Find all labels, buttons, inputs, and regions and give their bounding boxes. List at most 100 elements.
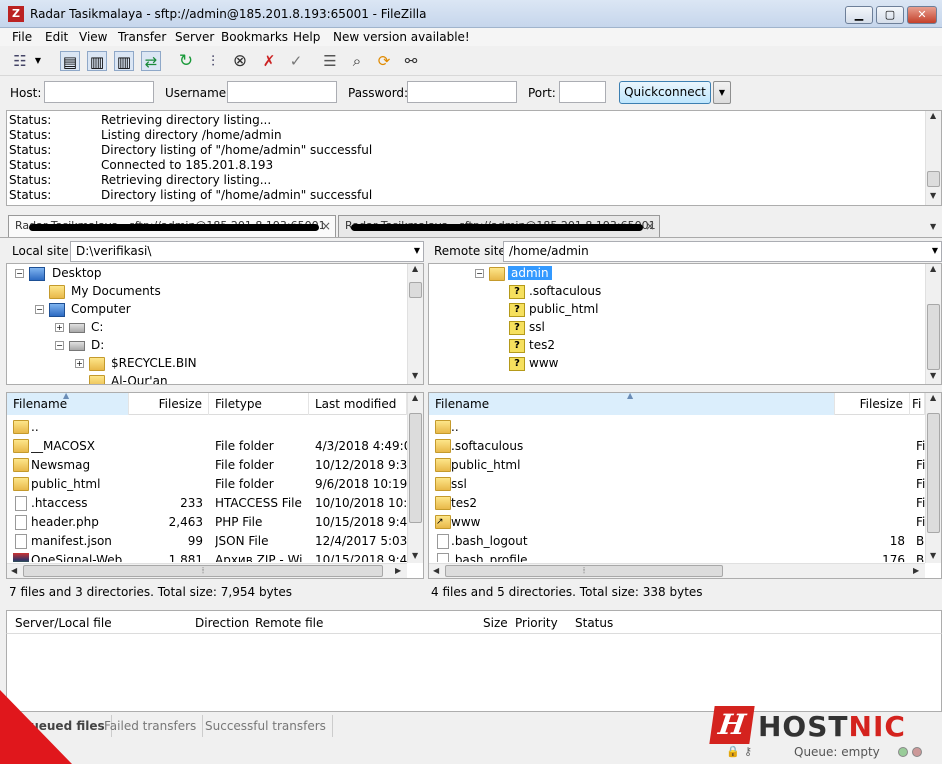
file-row[interactable]: OneSignal-Web... 1,881 Архив ZIP - Wi...… [7, 551, 407, 562]
queue-col-size[interactable]: Size [483, 616, 508, 630]
file-row[interactable]: public_html Fi [429, 456, 925, 475]
scroll-up-icon[interactable]: ▲ [930, 264, 936, 273]
directory-listing-filters-icon[interactable]: ☰ [320, 51, 340, 71]
menu-transfer[interactable]: Transfer [118, 30, 166, 44]
scroll-down-icon[interactable]: ▼ [930, 371, 936, 380]
scroll-thumb[interactable]: ⦙ [23, 565, 383, 577]
scroll-up-icon[interactable]: ▲ [930, 393, 936, 402]
scroll-up-icon[interactable]: ▲ [412, 393, 418, 402]
close-tab-icon[interactable]: × [321, 219, 331, 233]
file-row[interactable]: __MACOSX File folder 4/3/2018 4:49:06 [7, 437, 407, 456]
scroll-thumb[interactable]: ⦙ [445, 565, 723, 577]
file-row[interactable]: .bash_profile 176 B [429, 551, 925, 562]
queue-col-remote-file[interactable]: Remote file [255, 616, 323, 630]
file-row[interactable]: .bash_logout 18 B [429, 532, 925, 551]
file-row[interactable]: tes2 Fi [429, 494, 925, 513]
port-input[interactable] [559, 81, 606, 103]
scroll-up-icon[interactable]: ▲ [930, 111, 936, 120]
search-remote-files-icon[interactable]: ⚯ [401, 51, 421, 71]
server-tab-1[interactable]: Radar Tasikmalaya - sftp://admin@185.201… [8, 215, 336, 237]
local-list-hscrollbar[interactable]: ◀ ⦙ ▶ [7, 563, 407, 578]
local-site-path[interactable]: D:\verifikasi\ ▼ [70, 241, 424, 262]
scroll-down-icon[interactable]: ▼ [412, 371, 418, 380]
column-last-modified[interactable]: Last modified [309, 393, 407, 415]
toggle-local-tree-icon[interactable]: ▥ [87, 51, 107, 71]
synchronized-browsing-icon[interactable]: ⟳ [374, 51, 394, 71]
menu-server[interactable]: Server [175, 30, 214, 44]
file-row[interactable]: .htaccess 233 HTACCESS File 10/10/2018 1… [7, 494, 407, 513]
local-tree-scrollbar[interactable]: ▲ ▼ [407, 264, 423, 384]
cancel-icon[interactable]: ⊗ [230, 51, 250, 71]
scroll-right-icon[interactable]: ▶ [913, 566, 919, 575]
column-filetype[interactable]: Fi [910, 393, 925, 415]
chevron-down-icon[interactable]: ▼ [932, 246, 938, 255]
toggle-transfer-queue-icon[interactable]: ⇄ [141, 51, 161, 71]
toggle-message-log-icon[interactable]: ▤ [60, 51, 80, 71]
toggle-remote-tree-icon[interactable]: ▥ [114, 51, 134, 71]
process-queue-icon[interactable]: ⫶ [203, 51, 223, 71]
menu-edit[interactable]: Edit [45, 30, 68, 44]
file-row[interactable]: .. [7, 418, 407, 437]
remote-tree-scrollbar[interactable]: ▲ ▼ [925, 264, 941, 384]
scroll-thumb[interactable] [409, 282, 422, 298]
queue-col-priority[interactable]: Priority [515, 616, 558, 630]
menu-view[interactable]: View [79, 30, 107, 44]
queue-col-server-local-file[interactable]: Server/Local file [15, 616, 112, 630]
log-scrollbar[interactable]: ▲ ▼ [925, 111, 941, 205]
file-row[interactable]: header.php 2,463 PHP File 10/15/2018 9:4… [7, 513, 407, 532]
username-input[interactable] [227, 81, 337, 103]
menu-help[interactable]: Help [293, 30, 320, 44]
tab-list-dropdown-icon[interactable]: ▼ [930, 222, 936, 231]
remote-list-vscrollbar[interactable]: ▲ ▼ [925, 393, 941, 563]
queue-col-status[interactable]: Status [575, 616, 613, 630]
scroll-left-icon[interactable]: ◀ [11, 566, 17, 575]
column-filename[interactable]: Filename ▲ [7, 393, 129, 415]
scroll-down-icon[interactable]: ▼ [930, 551, 936, 560]
reconnect-icon[interactable]: ✓ [286, 51, 306, 71]
file-row[interactable]: ↗ www Fi [429, 513, 925, 532]
file-row[interactable]: manifest.json 99 JSON File 12/4/2017 5:0… [7, 532, 407, 551]
column-filetype[interactable]: Filetype [209, 393, 309, 415]
file-row[interactable]: .softaculous Fi [429, 437, 925, 456]
disconnect-icon[interactable]: ✗ [259, 51, 279, 71]
scroll-down-icon[interactable]: ▼ [412, 551, 418, 560]
scroll-thumb[interactable] [927, 304, 940, 370]
tab-failed-transfers[interactable]: Failed transfers [98, 715, 204, 737]
scroll-right-icon[interactable]: ▶ [395, 566, 401, 575]
file-row[interactable]: public_html File folder 9/6/2018 10:19:1… [7, 475, 407, 494]
quickconnect-history-dropdown[interactable]: ▼ [713, 81, 731, 104]
file-row[interactable]: .. [429, 418, 925, 437]
scroll-thumb[interactable] [927, 171, 940, 187]
scroll-thumb[interactable] [927, 413, 940, 533]
minimize-icon[interactable]: ▁ [845, 6, 873, 24]
menu-file[interactable]: File [12, 30, 32, 44]
server-tab-2[interactable]: Radar Tasikmalaya - sftp://admin@185.201… [338, 215, 660, 237]
chevron-down-icon[interactable]: ▼ [414, 246, 420, 255]
remote-list-hscrollbar[interactable]: ◀ ⦙ ▶ [429, 563, 925, 578]
quickconnect-button[interactable]: Quickconnect [619, 81, 711, 104]
column-filesize[interactable]: Filesize [835, 393, 910, 415]
local-list-vscrollbar[interactable]: ▲ ▼ [407, 393, 423, 563]
refresh-icon[interactable]: ↻ [176, 51, 196, 71]
column-filesize[interactable]: Filesize [129, 393, 209, 415]
menu-bookmarks[interactable]: Bookmarks [221, 30, 288, 44]
scroll-thumb[interactable] [409, 413, 422, 523]
remote-site-path[interactable]: /home/admin ▼ [503, 241, 942, 262]
column-filename[interactable]: Filename ▲ [429, 393, 835, 415]
site-manager-icon[interactable]: ☷ [10, 51, 30, 71]
scroll-left-icon[interactable]: ◀ [433, 566, 439, 575]
close-icon[interactable]: ✕ [907, 6, 937, 24]
scroll-up-icon[interactable]: ▲ [412, 264, 418, 273]
file-row[interactable]: Newsmag File folder 10/12/2018 9:31:0 [7, 456, 407, 475]
password-input[interactable] [407, 81, 517, 103]
host-input[interactable] [44, 81, 154, 103]
maximize-icon[interactable]: ▢ [876, 6, 904, 24]
toggle-directory-comparison-icon[interactable]: ⌕ [347, 51, 367, 71]
file-row[interactable]: ssl Fi [429, 475, 925, 494]
close-tab-icon[interactable]: × [645, 219, 655, 233]
queue-col-direction[interactable]: Direction [195, 616, 249, 630]
menu-new-version[interactable]: New version available! [333, 30, 470, 44]
tab-successful-transfers[interactable]: Successful transfers [199, 715, 333, 737]
scroll-down-icon[interactable]: ▼ [930, 191, 936, 200]
dropdown-arrow-icon[interactable]: ▼ [32, 51, 44, 71]
